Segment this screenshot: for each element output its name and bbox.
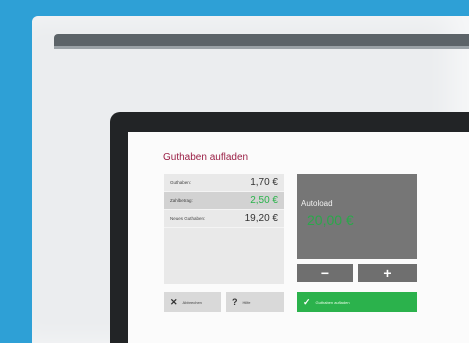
balance-value: 1,70 €: [250, 177, 278, 188]
payment-value: 2,50 €: [250, 195, 278, 206]
increase-amount-button[interactable]: +: [358, 264, 417, 282]
close-icon: ✕: [170, 296, 178, 307]
page-title: Guthaben aufladen: [163, 152, 249, 163]
charge-balance-button[interactable]: ✓ Guthaben aufladen: [297, 292, 417, 312]
new-balance-value: 19,20 €: [244, 213, 278, 224]
balance-row-current: Guthaben: 1,70 €: [164, 174, 284, 192]
question-icon: ?: [232, 297, 238, 307]
new-balance-label: Neues Guthaben:: [170, 216, 206, 221]
autoload-panel: Autoload 20,00 €: [297, 174, 417, 259]
help-label: Hilfe: [242, 299, 251, 305]
cancel-button[interactable]: ✕ Abbrechen: [164, 292, 221, 312]
cancel-label: Abbrechen: [182, 299, 202, 305]
decrease-amount-button[interactable]: −: [297, 264, 353, 282]
checkmark-icon: ✓: [303, 296, 311, 307]
plus-icon: +: [383, 265, 392, 281]
balance-panel: Guthaben: 1,70 € Zahlbetrag: 2,50 € Neue…: [164, 174, 284, 284]
balance-label: Guthaben:: [170, 180, 192, 185]
balance-row-payment: Zahlbetrag: 2,50 €: [164, 192, 284, 210]
balance-row-new: Neues Guthaben: 19,20 €: [164, 210, 284, 228]
charge-label: Guthaben aufladen: [315, 299, 350, 305]
help-button[interactable]: ? Hilfe: [226, 292, 284, 312]
autoload-amount: 20,00 €: [307, 212, 354, 228]
payment-label: Zahlbetrag:: [170, 198, 193, 203]
terminal-top-edge: [54, 34, 469, 49]
autoload-title: Autoload: [301, 199, 333, 208]
minus-icon: −: [320, 265, 330, 281]
